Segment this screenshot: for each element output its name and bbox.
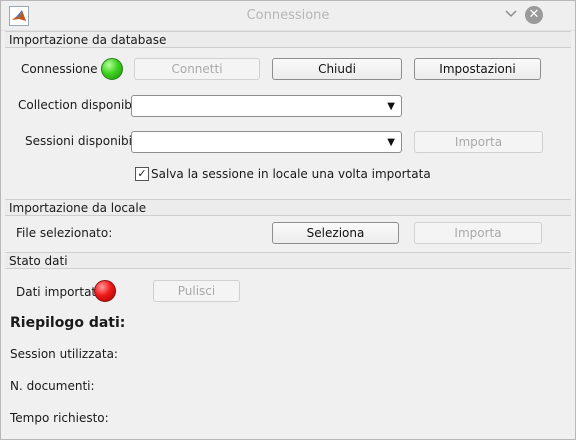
sessions-dropdown[interactable]: ▼ bbox=[131, 131, 402, 153]
sessions-label: Sessioni disponibili bbox=[25, 134, 139, 148]
db-import-button[interactable]: Importa bbox=[414, 131, 543, 153]
collections-dropdown[interactable]: ▼ bbox=[131, 95, 402, 117]
settings-button[interactable]: Impostazioni bbox=[414, 58, 541, 80]
section-local-import: Importazione da locale bbox=[5, 199, 571, 216]
connect-button[interactable]: Connetti bbox=[134, 58, 260, 80]
close-icon[interactable]: ✕ bbox=[525, 6, 543, 24]
title-bar: Connessione ✕ bbox=[1, 1, 575, 31]
section-data-status: Stato dati bbox=[5, 252, 571, 269]
close-button[interactable]: Chiudi bbox=[272, 58, 402, 80]
dropdown-arrow-icon: ▼ bbox=[387, 137, 395, 148]
clear-button[interactable]: Pulisci bbox=[153, 280, 240, 302]
session-used-label: Session utilizzata: bbox=[10, 347, 118, 361]
save-locally-checkbox[interactable]: ✓ bbox=[135, 167, 149, 181]
imported-data-label: Dati importati bbox=[16, 285, 100, 299]
save-locally-label: Salva la sessione in locale una volta im… bbox=[151, 167, 431, 181]
document-count-label: N. documenti: bbox=[10, 379, 95, 393]
local-import-button[interactable]: Importa bbox=[414, 222, 542, 244]
summary-title: Riepilogo dati: bbox=[10, 315, 126, 331]
window-title: Connessione bbox=[246, 8, 330, 23]
collections-label: Collection disponibili bbox=[18, 98, 142, 112]
connection-label: Connessione bbox=[21, 62, 98, 76]
connection-window: Connessione ✕ Importazione da database C… bbox=[0, 0, 576, 440]
imported-status-led bbox=[94, 280, 116, 302]
time-required-label: Tempo richiesto: bbox=[10, 411, 109, 425]
selected-file-label: File selezionato: bbox=[16, 226, 113, 240]
section-db-import: Importazione da database bbox=[5, 31, 571, 48]
connection-status-led bbox=[101, 58, 123, 80]
dropdown-arrow-icon: ▼ bbox=[387, 101, 395, 112]
chevron-down-icon[interactable] bbox=[504, 6, 518, 20]
select-file-button[interactable]: Seleziona bbox=[272, 222, 399, 244]
